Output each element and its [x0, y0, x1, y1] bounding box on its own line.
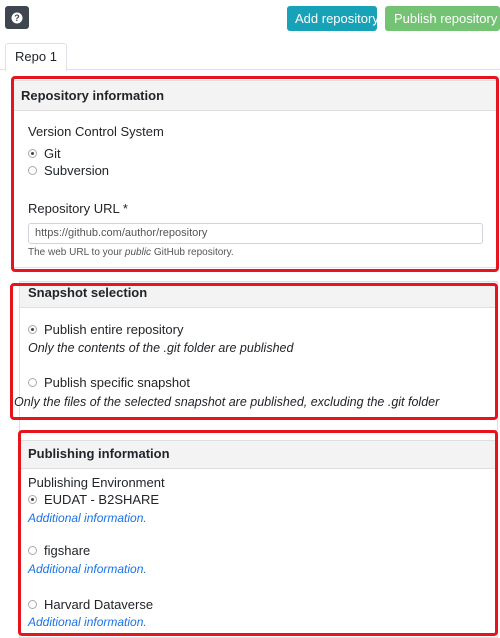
radio-b2share[interactable]	[28, 495, 37, 504]
publishing-option-figshare-label: figshare	[44, 543, 91, 558]
add-repository-button[interactable]: Add repository	[287, 6, 379, 31]
radio-figshare[interactable]	[28, 546, 37, 555]
vcs-label: Version Control System	[28, 124, 164, 139]
snapshot-option-specific-label: Publish specific snapshot	[44, 375, 190, 390]
repository-url-input[interactable]: https://github.com/author/repository	[28, 223, 483, 244]
snapshot-option-entire-label: Publish entire repository	[44, 322, 184, 337]
vcs-option-subversion-label: Subversion	[44, 163, 110, 178]
publishing-option-dataverse-label: Harvard Dataverse	[44, 597, 154, 612]
help-button[interactable]: ?	[5, 6, 29, 29]
vcs-option-git[interactable]: Git	[28, 146, 61, 161]
svg-text:?: ?	[14, 13, 20, 23]
snapshot-header: Snapshot selection	[20, 282, 497, 308]
snapshot-specific-description: Only the files of the selected snapshot …	[14, 395, 440, 409]
publishing-option-b2share[interactable]: EUDAT - B2SHARE	[28, 492, 159, 507]
repository-url-help: The web URL to your public GitHub reposi…	[28, 247, 234, 258]
vcs-option-git-label: Git	[44, 146, 61, 161]
snapshot-option-entire[interactable]: Publish entire repository	[28, 322, 183, 337]
dataverse-info-link[interactable]: Additional information.	[28, 615, 147, 629]
radio-dataverse[interactable]	[28, 600, 37, 609]
url-help-emph: public	[124, 247, 152, 258]
radio-entire-repository[interactable]	[28, 325, 37, 334]
url-help-suffix: GitHub repository.	[151, 247, 234, 258]
question-icon: ?	[11, 12, 23, 23]
tab-repo-1[interactable]: Repo 1	[5, 43, 67, 71]
repository-url-label: Repository URL *	[28, 201, 128, 216]
publishing-header: Publishing information	[20, 441, 497, 469]
publish-repository-button[interactable]: Publish repository	[385, 6, 500, 31]
radio-specific-snapshot[interactable]	[28, 378, 37, 387]
publishing-option-figshare[interactable]: figshare	[28, 543, 90, 558]
b2share-info-link[interactable]: Additional information.	[28, 511, 147, 525]
url-help-prefix: The web URL to your	[28, 247, 125, 258]
publishing-option-dataverse[interactable]: Harvard Dataverse	[28, 597, 153, 612]
radio-subversion[interactable]	[28, 166, 37, 175]
snapshot-option-specific[interactable]: Publish specific snapshot	[28, 375, 190, 390]
repo-tabs: Repo 1	[0, 43, 500, 71]
snapshot-entire-description: Only the contents of the .git folder are…	[28, 341, 294, 355]
figshare-info-link[interactable]: Additional information.	[28, 562, 147, 576]
publishing-env-label: Publishing Environment	[28, 475, 165, 490]
radio-git[interactable]	[28, 149, 37, 158]
vcs-option-subversion[interactable]: Subversion	[28, 163, 109, 178]
publishing-option-b2share-label: EUDAT - B2SHARE	[44, 492, 160, 507]
repository-info-header: Repository information	[13, 81, 497, 111]
